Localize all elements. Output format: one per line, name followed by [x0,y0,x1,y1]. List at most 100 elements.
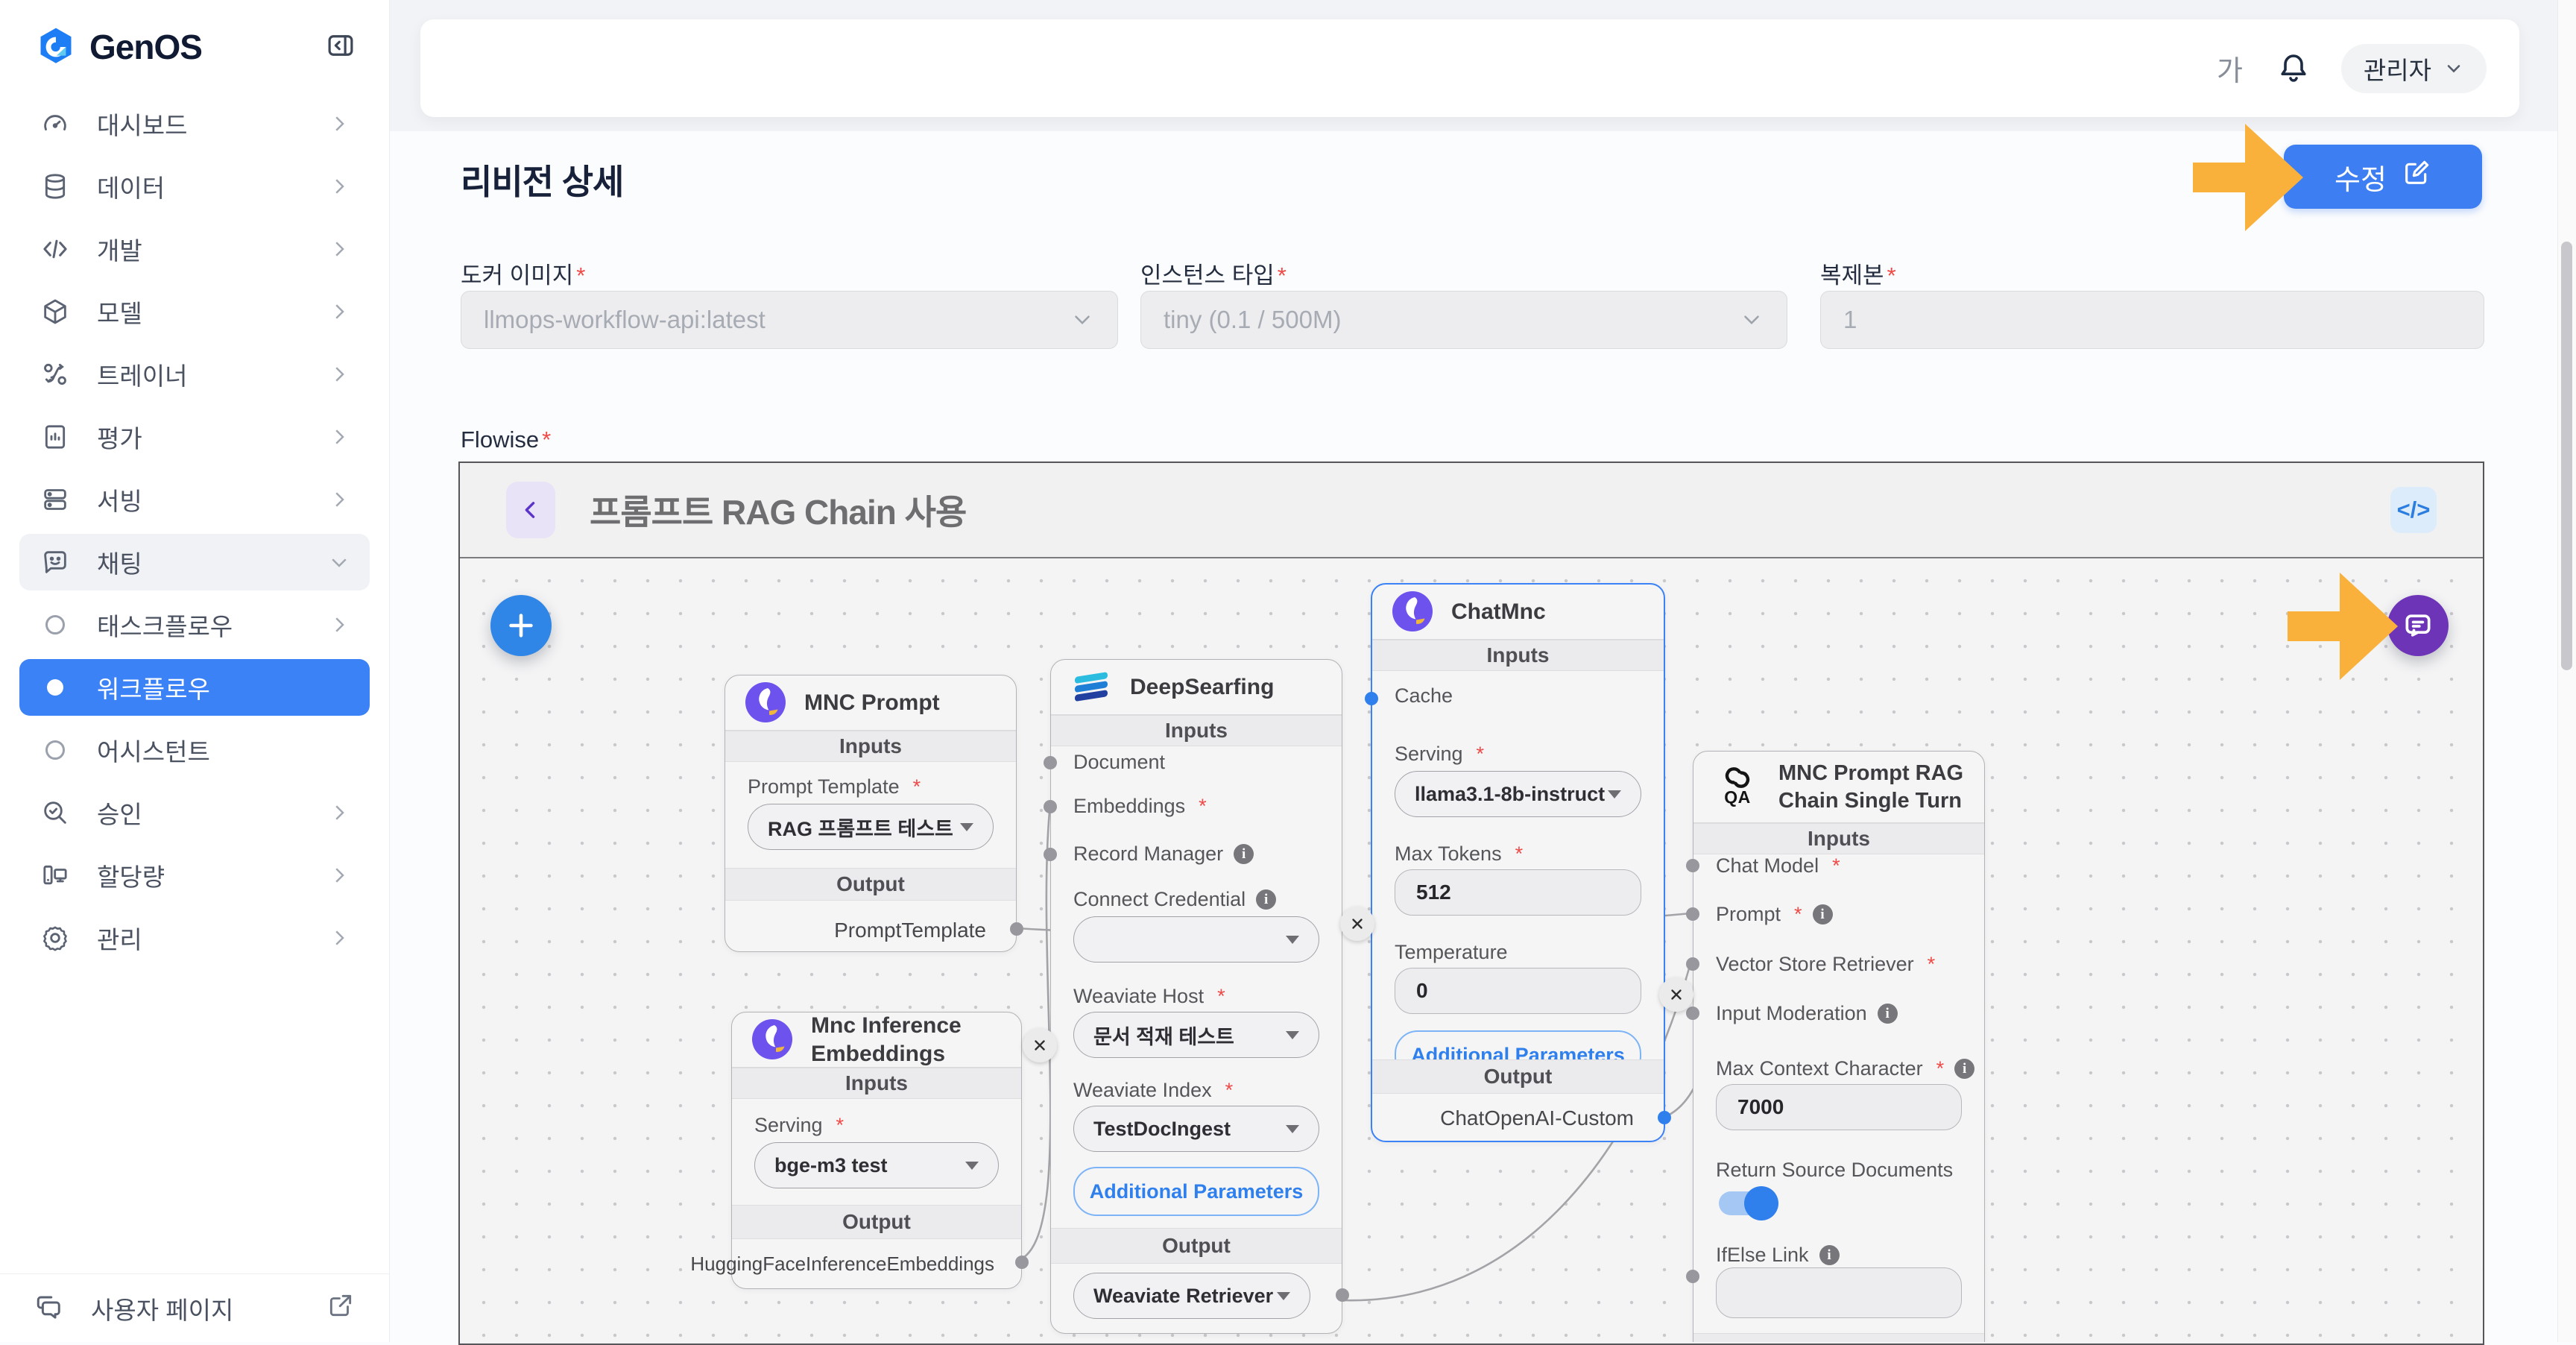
weaviate-index-select[interactable]: TestDocIngest [1073,1106,1319,1152]
edge-delete-icon[interactable] [1023,1028,1057,1062]
embeddings-output-handle[interactable] [1015,1256,1029,1269]
node-mnc-prompt[interactable]: MNC Prompt Inputs Prompt Template* RAG 프… [724,675,1017,952]
mnc-logo-icon [1392,590,1435,634]
serving-select[interactable]: bge-m3 test [754,1142,999,1188]
max-context-character-input[interactable]: 7000 [1716,1084,1962,1130]
chevron-right-icon [328,614,350,636]
sidebar-item-label: 승인 [97,795,142,831]
replicas-input[interactable]: 1 [1820,291,2484,349]
chat-pages-icon [34,1292,67,1325]
replicas-label: 복제본* [1820,256,1896,290]
topbar: 가 관리자 [420,19,2519,117]
edit-button[interactable]: 수정 [2284,145,2482,209]
notifications-bell-icon[interactable] [2276,51,2311,86]
sidebar-item-trainer[interactable]: 트레이너 [19,346,370,403]
user-menu[interactable]: 관리자 [2341,44,2487,93]
sidebar-item-label: 워크플로우 [97,670,210,705]
annotation-arrow-edit [2193,123,2302,232]
sidebar: GenOS 대시보드 데이터 개발 모델 트레이너 [0,0,390,1342]
sidebar-item-evaluation[interactable]: 평가 [19,409,370,465]
node-title: MNC Prompt RAG Chain Single Turn [1778,760,1965,814]
sidebar-item-dev[interactable]: 개발 [19,221,370,277]
input-moderation-input-handle[interactable] [1686,1007,1699,1020]
output-type-select[interactable]: Weaviate Retriever [1073,1273,1310,1319]
node-header[interactable]: Mnc Inference Embeddings [732,1012,1021,1068]
temperature-label: Temperature [1395,941,1508,964]
document-input-handle[interactable] [1044,756,1057,769]
node-deepsearfing[interactable]: DeepSearfing Inputs Document Embeddings*… [1050,659,1342,1334]
connect-credential-select[interactable] [1073,916,1319,963]
node-chatmnc[interactable]: ChatMnc Inputs Cache Serving* llama3.1-8… [1371,583,1665,1142]
connect-credential-label: Connect Credential [1073,888,1276,911]
node-rag-chain[interactable]: QA MNC Prompt RAG Chain Single Turn Inpu… [1693,751,1985,1342]
return-source-documents-toggle[interactable] [1719,1191,1775,1215]
input-moderation-label: Input Moderation [1716,1002,1898,1025]
sidebar-item-workflow[interactable]: 워크플로우 [19,659,370,716]
info-icon [1954,1059,1974,1079]
ifelse-link-input[interactable] [1716,1267,1962,1318]
sidebar-item-dashboard[interactable]: 대시보드 [19,95,370,152]
inputs-section-label: Inputs [1693,823,1984,854]
node-header[interactable]: MNC Prompt [725,675,1016,731]
view-code-button[interactable]: </> [2390,487,2437,533]
output-handle[interactable] [1010,922,1023,936]
node-header[interactable]: DeepSearfing [1051,660,1342,715]
sidebar-item-data[interactable]: 데이터 [19,158,370,215]
node-header[interactable]: ChatMnc [1372,585,1664,640]
edge-delete-icon[interactable] [1659,977,1693,1012]
max-tokens-input[interactable]: 512 [1395,869,1641,916]
flow-canvas[interactable]: MNC Prompt Inputs Prompt Template* RAG 프… [460,558,2483,1342]
sidebar-item-chat[interactable]: 채팅 [19,534,370,590]
chevron-right-icon [328,363,350,385]
chevron-right-icon [328,426,350,448]
edge-delete-icon[interactable] [1340,907,1374,941]
sidebar-item-label: 대시보드 [97,106,187,142]
vector-store-input-handle[interactable] [1686,957,1699,971]
additional-parameters-button[interactable]: Additional Parameters [1073,1167,1319,1216]
chevron-right-icon [328,488,350,511]
sidebar-item-approval[interactable]: 승인 [19,784,370,841]
ifelse-input-handle[interactable] [1686,1270,1699,1283]
page-scrollbar[interactable] [2557,0,2576,1342]
sidebar-item-taskflow[interactable]: 태스크플로우 [19,596,370,653]
node-header[interactable]: QA MNC Prompt RAG Chain Single Turn [1693,752,1984,823]
record-manager-input-handle[interactable] [1044,848,1057,861]
inputs-section-label: Inputs [725,731,1016,762]
sidebar-item-label: 데이터 [97,168,165,204]
sidebar-footer-user-page[interactable]: 사용자 페이지 [0,1273,389,1342]
info-icon [1256,889,1276,910]
sidebar-item-label: 모델 [97,294,142,330]
chat-output-handle[interactable] [1658,1111,1671,1124]
sidebar-collapse-icon[interactable] [325,30,356,65]
docker-image-select[interactable]: llmops-workflow-api:latest [461,291,1118,349]
sidebar-item-quota[interactable]: 할당량 [19,847,370,904]
chat-model-input-handle[interactable] [1686,859,1699,872]
embeddings-input-handle[interactable] [1044,800,1057,813]
inputs-section-label: Inputs [732,1068,1021,1099]
instance-type-value: tiny (0.1 / 500M) [1164,306,1341,334]
sidebar-item-model[interactable]: 모델 [19,283,370,340]
docker-image-label: 도커 이미지* [461,256,585,290]
prompt-input-handle[interactable] [1686,907,1699,921]
temperature-input[interactable]: 0 [1395,968,1641,1014]
sidebar-item-assistant[interactable]: 어시스턴트 [19,722,370,778]
user-menu-label: 관리자 [2364,51,2431,86]
weaviate-host-select[interactable]: 문서 적재 테스트 [1073,1012,1319,1058]
record-manager-label: Record Manager [1073,842,1254,866]
serving-select[interactable]: llama3.1-8b-instruct [1395,771,1641,817]
language-button[interactable]: 가 [2217,48,2243,89]
output-section-label: Output [1693,1333,1984,1342]
instance-type-select[interactable]: tiny (0.1 / 500M) [1140,291,1787,349]
add-node-button[interactable] [490,595,552,656]
cache-input-handle[interactable] [1365,692,1378,705]
retriever-output-handle[interactable] [1336,1288,1349,1302]
sidebar-item-management[interactable]: 관리 [19,910,370,966]
scrollbar-thumb[interactable] [2561,242,2572,670]
ifelse-link-label: IfElse Link [1716,1244,1840,1267]
output-handle-label: PromptTemplate [834,919,986,942]
node-mnc-inference-embeddings[interactable]: Mnc Inference Embeddings Inputs Serving*… [731,1012,1022,1289]
prompt-template-select[interactable]: RAG 프롬프트 테스트 [748,804,994,850]
sidebar-item-serving[interactable]: 서빙 [19,471,370,528]
back-button[interactable] [506,482,555,538]
chevron-down-icon [1739,307,1764,333]
